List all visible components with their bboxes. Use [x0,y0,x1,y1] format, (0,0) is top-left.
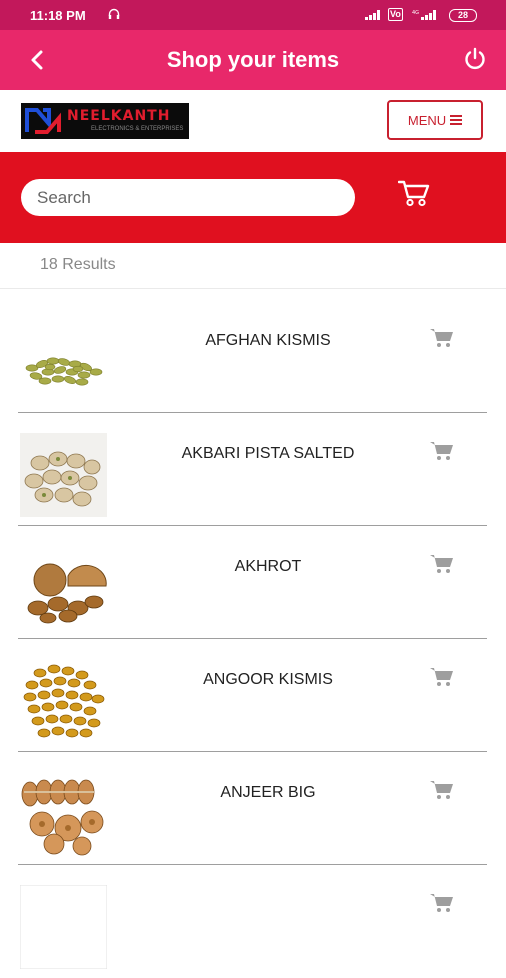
product-item[interactable]: AFGHAN KISMIS [0,300,506,413]
product-item[interactable]: ANJEER BIG [0,752,506,865]
status-bar: 11:18 PM Vo 4G 28 [0,0,506,30]
brand-name: NEELKANTH [67,108,171,124]
status-time: 11:18 PM [30,8,86,23]
logo-mark-icon [25,108,61,134]
product-name: AFGHAN KISMIS [205,332,331,349]
signal-icon: 4G [412,10,436,20]
search-band [0,152,506,243]
product-name: ANJEER BIG [220,784,316,801]
product-name: AKHROT [234,558,302,575]
add-to-cart-icon[interactable] [430,893,454,913]
brand-bar: NEELKANTH ELECTRONICS & ENTERPRISES MENU [0,90,506,152]
results-count: 18 Results [40,256,116,273]
product-image [20,885,107,969]
product-item[interactable]: AKHROT [0,526,506,639]
add-to-cart-icon[interactable] [430,328,454,348]
product-image [20,659,107,743]
product-item[interactable]: ANGOOR KISMIS [0,639,506,752]
product-name: ANGOOR KISMIS [203,671,333,688]
svg-text:4G: 4G [412,10,419,16]
add-to-cart-icon[interactable] [430,780,454,800]
add-to-cart-icon[interactable] [430,554,454,574]
product-image [20,433,107,517]
menu-button[interactable]: MENU [387,100,483,140]
menu-label: MENU [407,112,447,128]
volte-icon: Vo [388,8,403,21]
power-icon[interactable] [462,46,488,72]
hamburger-icon [450,115,463,125]
divider [0,288,506,289]
brand-logo: NEELKANTH ELECTRONICS & ENTERPRISES [21,103,189,139]
headphones-icon [108,8,120,19]
battery-icon: 28 [449,9,477,22]
product-image [20,772,107,856]
cart-icon[interactable] [398,179,430,207]
page-title: Shop your items [166,47,340,72]
product-image [20,546,107,630]
app-bar: Shop your items [0,30,506,90]
product-image [20,320,107,404]
product-list: AFGHAN KISMIS AKBARI PISTA SALTED AKHROT… [0,300,506,978]
brand-tagline: ELECTRONICS & ENTERPRISES [91,126,184,132]
search-input[interactable] [21,179,355,216]
add-to-cart-icon[interactable] [430,441,454,461]
product-item[interactable]: AKBARI PISTA SALTED [0,413,506,526]
product-item[interactable] [0,865,506,978]
signal-icon [365,10,380,20]
product-name: AKBARI PISTA SALTED [181,445,355,462]
add-to-cart-icon[interactable] [430,667,454,687]
